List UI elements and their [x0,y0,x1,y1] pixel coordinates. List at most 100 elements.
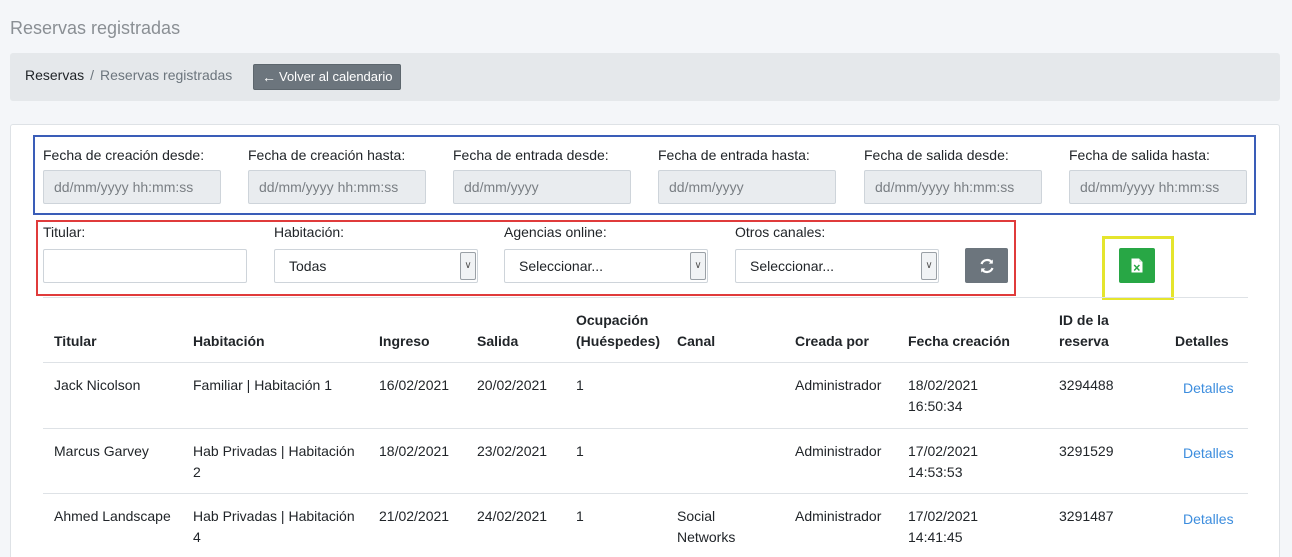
cell-creada-por: Administrador [795,377,882,393]
cell-habitacion: Hab Privadas | Habitación 2 [193,441,355,483]
cell-fecha-line2: 14:41:45 [908,529,963,545]
checkout-from-label: Fecha de salida desde: [864,147,1009,163]
column-header-ocupacion-line1: Ocupación [576,312,649,328]
cell-id-reserva: 3294488 [1059,377,1114,393]
cell-habitacion-line1: Familiar | Habitación 1 [193,377,333,393]
cell-ocupacion: 1 [576,443,584,459]
titular-input[interactable] [43,249,247,283]
created-from-label: Fecha de creación desde: [43,147,205,163]
cell-creada-por: Administrador [795,508,882,524]
cell-ocupacion: 1 [576,377,584,393]
export-excel-button[interactable] [1119,248,1155,283]
breadcrumb-bar: Reservas / Reservas registradas ← Volver a… [10,53,1280,101]
cell-canal: Social Networks [677,506,735,548]
cell-fecha-line1: 17/02/2021 [908,508,979,524]
checkout-to-input[interactable]: dd/mm/yyyy hh:mm:ss [1069,170,1247,204]
otros-canales-label: Otros canales: [735,224,826,240]
cell-habitacion-line1: Hab Privadas | Habitación [193,508,355,524]
details-link[interactable]: Detalles [1183,443,1234,464]
column-header-ocupacion-line2: (Huéspedes) [576,333,661,349]
breadcrumb: Reservas / Reservas registradas [25,67,232,83]
checkout-to-label: Fecha de salida hasta: [1069,147,1210,163]
checkin-from-input[interactable]: dd/mm/yyyy [453,170,631,204]
details-link[interactable]: Detalles [1183,509,1234,530]
column-header-ingreso[interactable]: Ingreso [379,331,430,352]
cell-fecha-line2: 16:50:34 [908,398,963,414]
column-header-id-reserva[interactable]: ID de la reserva [1059,310,1109,352]
checkin-to-input[interactable]: dd/mm/yyyy [658,170,836,204]
cell-habitacion: Familiar | Habitación 1 [193,375,332,396]
chevron-down-icon: ∨ [460,252,476,280]
column-header-habitacion[interactable]: Habitación [193,331,265,352]
created-to-label: Fecha de creación hasta: [248,147,406,163]
cell-habitacion-line2: 2 [193,464,201,480]
created-to-filter: Fecha de creación hasta: dd/mm/yyyy hh:m… [248,147,428,204]
titular-filter: Titular: [43,224,247,283]
cell-fecha-creacion: 17/02/2021 14:41:45 [908,506,978,548]
agencias-filter: Agencias online: Seleccionar... ∨ [504,224,708,283]
habitacion-value: Todas [289,258,327,274]
otros-canales-select[interactable]: Seleccionar... ∨ [735,249,939,283]
otros-canales-value: Seleccionar... [750,258,835,274]
column-header-canal[interactable]: Canal [677,331,715,352]
details-link[interactable]: Detalles [1183,378,1234,399]
habitacion-label: Habitación: [274,224,345,240]
cell-id-reserva: 3291487 [1059,508,1114,524]
cell-creada-por: Administrador [795,443,882,459]
cell-salida: 23/02/2021 [477,443,548,459]
agencias-select[interactable]: Seleccionar... ∨ [504,249,708,283]
breadcrumb-separator: / [90,67,95,83]
created-from-input[interactable]: dd/mm/yyyy hh:mm:ss [43,170,221,204]
refresh-icon [979,258,994,273]
agencias-label: Agencias online: [504,224,607,240]
refresh-button[interactable] [965,248,1008,283]
cell-fecha-creacion: 17/02/2021 14:53:53 [908,441,978,483]
cell-ingreso: 18/02/2021 [379,443,450,459]
column-header-fecha-creacion[interactable]: Fecha creación [908,331,1010,352]
chevron-down-icon: ∨ [690,252,706,280]
column-header-id-line1: ID de la [1059,312,1109,328]
back-to-calendar-button[interactable]: ← Volver al calendario [253,64,402,90]
cell-ingreso: 16/02/2021 [379,377,450,393]
column-header-id-line2: reserva [1059,333,1109,349]
checkout-from-filter: Fecha de salida desde: dd/mm/yyyy hh:mm:… [864,147,1044,204]
cell-canal-line1: Social [677,508,716,524]
created-to-input[interactable]: dd/mm/yyyy hh:mm:ss [248,170,426,204]
agencias-value: Seleccionar... [519,258,604,274]
page-title: Reservas registradas [10,18,181,38]
column-header-ocupacion[interactable]: Ocupación (Huéspedes) [576,310,660,352]
back-to-calendar-label: Volver al calendario [279,69,393,84]
cell-id-reserva: 3291529 [1059,443,1114,459]
cell-habitacion-line2: 4 [193,529,201,545]
table-row-divider [43,493,1248,494]
chevron-down-icon: ∨ [921,252,937,280]
cell-ocupacion: 1 [576,508,584,524]
habitacion-select[interactable]: Todas ∨ [274,249,478,283]
habitacion-filter: Habitación: Todas ∨ [274,224,478,283]
table-top-border [43,297,1248,298]
cell-fecha-line1: 17/02/2021 [908,443,979,459]
checkin-from-label: Fecha de entrada desde: [453,147,609,163]
table-row-divider [43,428,1248,429]
breadcrumb-current: Reservas registradas [100,67,233,83]
column-header-salida[interactable]: Salida [477,331,518,352]
created-from-filter: Fecha de creación desde: dd/mm/yyyy hh:m… [43,147,223,204]
titular-label: Titular: [43,224,86,240]
cell-salida: 24/02/2021 [477,508,548,524]
table-header-divider [43,362,1248,363]
column-header-creada-por[interactable]: Creada por [795,331,869,352]
cell-canal-line2: Networks [677,529,736,545]
cell-fecha-line2: 14:53:53 [908,464,963,480]
breadcrumb-root[interactable]: Reservas [25,67,84,83]
checkin-to-filter: Fecha de entrada hasta: dd/mm/yyyy [658,147,838,204]
checkin-to-label: Fecha de entrada hasta: [658,147,810,163]
cell-habitacion-line1: Hab Privadas | Habitación [193,443,355,459]
checkout-from-input[interactable]: dd/mm/yyyy hh:mm:ss [864,170,1042,204]
arrow-left-icon: ← [262,69,276,85]
cell-fecha-creacion: 18/02/2021 16:50:34 [908,375,978,417]
column-header-detalles: Detalles [1175,333,1229,349]
cell-titular: Ahmed Landscape [54,508,171,524]
cell-habitacion: Hab Privadas | Habitación 4 [193,506,355,548]
column-header-titular[interactable]: Titular [54,331,97,352]
cell-titular: Marcus Garvey [54,443,149,459]
